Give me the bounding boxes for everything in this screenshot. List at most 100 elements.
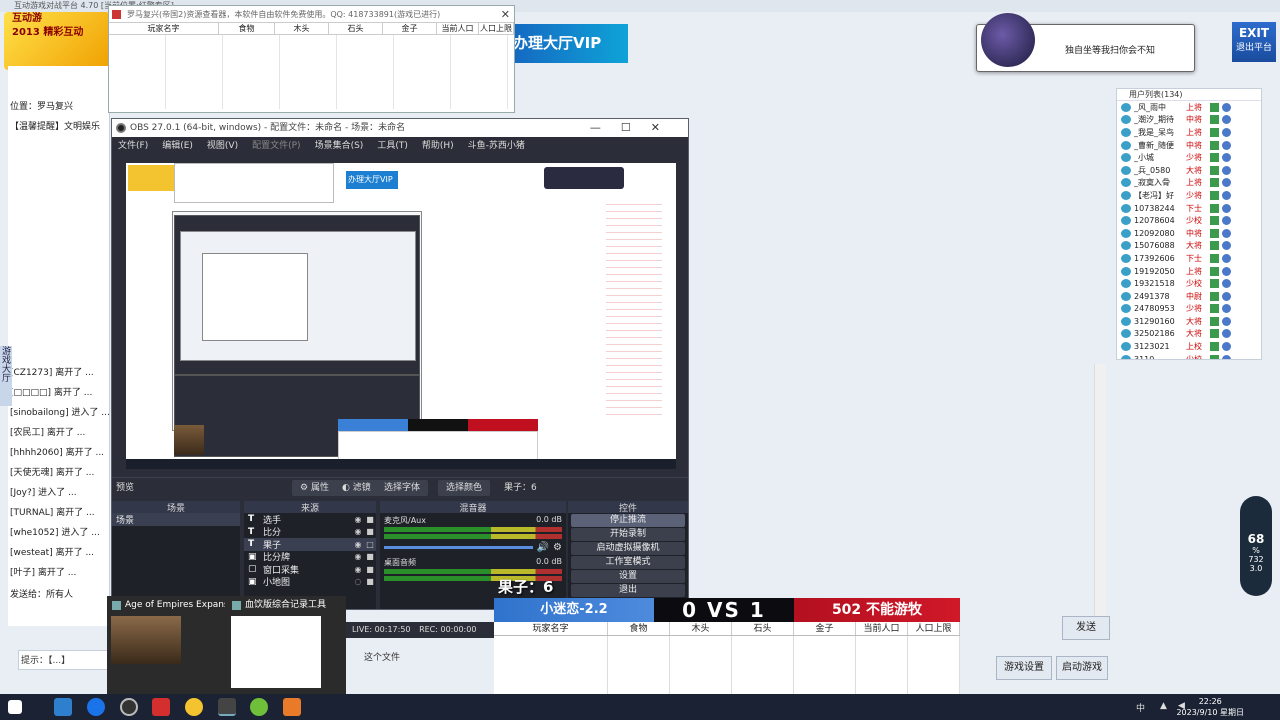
- lobby-logo: 互动游 2013 精彩互动: [4, 12, 110, 70]
- col-header: 人口上限: [479, 23, 514, 35]
- player-row[interactable]: _兵_0580 大将: [1117, 164, 1261, 177]
- filter-icon: ◐: [342, 483, 353, 493]
- text-source-icon: T: [248, 539, 255, 550]
- eye-icon[interactable]: ◌: [352, 577, 364, 586]
- properties-button[interactable]: ⚙ 属性: [292, 480, 337, 496]
- player-row[interactable]: 【老冯】好 少将: [1117, 189, 1261, 202]
- chat-scrollbar[interactable]: [1094, 364, 1106, 620]
- obs-preview-canvas[interactable]: 办理大厅VIP: [126, 163, 676, 469]
- player-row[interactable]: _寂寞入骨 上将: [1117, 177, 1261, 190]
- player-row[interactable]: 24780953 少将: [1117, 303, 1261, 316]
- player-row[interactable]: 2491378 中尉: [1117, 290, 1261, 303]
- gear-icon[interactable]: ⚙: [553, 542, 562, 553]
- scene-item[interactable]: 场景: [112, 513, 240, 526]
- player-row[interactable]: _风_雨中 上将: [1117, 101, 1261, 114]
- player-row[interactable]: 31290160 大将: [1117, 315, 1261, 328]
- player-row[interactable]: _我是_呆鸟 上将: [1117, 126, 1261, 139]
- red-app-icon[interactable]: [152, 698, 170, 716]
- player-row[interactable]: 12092080 中将: [1117, 227, 1261, 240]
- side-tab-lobby[interactable]: 游戏大厅: [0, 346, 12, 406]
- speaker-icon[interactable]: 🔊: [537, 542, 549, 553]
- player-row[interactable]: 12078604 少校: [1117, 214, 1261, 227]
- eye-icon[interactable]: ◉: [352, 515, 364, 524]
- edge-icon[interactable]: [87, 698, 105, 716]
- notification-toast[interactable]: 独自坐等我扫你会不知: [976, 13, 1195, 72]
- taskbar-clock[interactable]: 22:26 2023/9/10 星期日: [1176, 696, 1244, 718]
- player-row[interactable]: 15076088 大将: [1117, 240, 1261, 253]
- exit-obs-button[interactable]: 退出: [571, 584, 685, 597]
- status-icon: [1210, 354, 1219, 359]
- menu-profile[interactable]: 配置文件(P): [252, 137, 300, 155]
- menu-scene-collection[interactable]: 场景集合(S): [315, 137, 364, 155]
- player-name: 19192050: [1134, 266, 1175, 276]
- player-row[interactable]: 17392606 下士: [1117, 252, 1261, 265]
- player-row[interactable]: 19321518 少校: [1117, 277, 1261, 290]
- menu-stream-account[interactable]: 斗鱼-苏西小猪: [468, 137, 525, 155]
- ime-indicator[interactable]: 中: [1136, 701, 1145, 714]
- eye-icon[interactable]: ◉: [352, 552, 364, 561]
- start-game-button[interactable]: 启动游戏: [1056, 656, 1108, 680]
- windows-start-icon[interactable]: [8, 700, 22, 714]
- window-controls[interactable]: —☐✕: [590, 119, 680, 137]
- lock-icon[interactable]: ■: [364, 515, 376, 524]
- send-button[interactable]: 发送: [1062, 616, 1110, 640]
- eye-icon[interactable]: ◉: [352, 540, 364, 549]
- menu-tools[interactable]: 工具(T): [377, 137, 408, 155]
- obs-icon[interactable]: [120, 698, 138, 716]
- start-recording-button[interactable]: 开始录制: [571, 528, 685, 541]
- resource-table-body: [109, 35, 514, 109]
- send-to-select[interactable]: 所有人: [46, 590, 73, 600]
- lock-icon[interactable]: ■: [364, 565, 376, 574]
- source-row[interactable]: ▢ 窗口采集 ◉ ■: [244, 563, 376, 576]
- game-settings-button[interactable]: 游戏设置: [996, 656, 1052, 680]
- close-icon[interactable]: ✕: [501, 6, 510, 23]
- network-icon[interactable]: ▲: [1160, 701, 1167, 711]
- lock-icon[interactable]: ■: [364, 552, 376, 561]
- calculator-icon[interactable]: [54, 698, 72, 716]
- menu-view[interactable]: 视图(V): [207, 137, 238, 155]
- green-app-icon[interactable]: [250, 698, 268, 716]
- menu-file[interactable]: 文件(F): [118, 137, 148, 155]
- stop-streaming-button[interactable]: 停止推流: [571, 514, 685, 527]
- player-avatar-icon: [1121, 102, 1131, 112]
- exit-button[interactable]: EXIT 退出平台: [1232, 22, 1276, 62]
- orange-app-icon[interactable]: [283, 698, 301, 716]
- source-row[interactable]: ▣ 比分牌 ◉ ■: [244, 551, 376, 564]
- volume-slider[interactable]: [384, 546, 533, 549]
- player-list[interactable]: 用户列表(134) _风_雨中 上将 _潮汐_期待 中将 _我是_呆鸟 上将 _曹新_随便中…: [1116, 88, 1262, 360]
- source-row[interactable]: ▣ 小地图 ◌ ■: [244, 576, 376, 589]
- player-row[interactable]: 10738244 下士: [1117, 202, 1261, 215]
- player-rank: 少校: [1186, 279, 1202, 289]
- lock-icon[interactable]: □: [364, 540, 376, 549]
- source-row[interactable]: T 选手 ◉ ■: [244, 513, 376, 526]
- status-icon: [1210, 115, 1219, 125]
- settings-button[interactable]: 设置: [571, 570, 685, 583]
- obs-active-icon[interactable]: [218, 698, 236, 716]
- player-row[interactable]: 3123021 上校: [1117, 340, 1261, 353]
- virtual-camera-button[interactable]: 启动虚拟摄像机: [571, 542, 685, 555]
- filters-button[interactable]: ◐ 滤镜: [334, 480, 379, 496]
- menu-help[interactable]: 帮助(H): [422, 137, 454, 155]
- source-row-selected[interactable]: T 果子 ◉ □: [244, 538, 376, 551]
- source-row[interactable]: T 比分 ◉ ■: [244, 526, 376, 539]
- player-row[interactable]: 3110 少校: [1117, 353, 1261, 359]
- studio-mode-button[interactable]: 工作室模式: [571, 556, 685, 569]
- lock-icon[interactable]: ■: [364, 527, 376, 536]
- player-row[interactable]: _小城 少将: [1117, 151, 1261, 164]
- player-row[interactable]: 32502186 大将: [1117, 328, 1261, 341]
- player-rank: 少将: [1186, 153, 1202, 163]
- select-color-button[interactable]: 选择颜色: [438, 480, 491, 496]
- chrome-icon[interactable]: [185, 698, 203, 716]
- eye-icon[interactable]: ◉: [352, 527, 364, 536]
- eye-icon[interactable]: ◉: [352, 565, 364, 574]
- select-font-button[interactable]: 选择字体: [376, 480, 429, 496]
- menu-edit[interactable]: 编辑(E): [162, 137, 193, 155]
- thumbnail-record-tool[interactable]: 血饮版综合记录工具: [227, 596, 345, 694]
- vip-banner[interactable]: 办理大厅VIP: [505, 24, 628, 63]
- lock-icon[interactable]: ■: [364, 577, 376, 586]
- player-row[interactable]: 19192050 上将: [1117, 265, 1261, 278]
- player-row[interactable]: _潮汐_期待 中将: [1117, 114, 1261, 127]
- player-name: 15076088: [1134, 241, 1175, 251]
- thumbnail-aoe[interactable]: Age of Empires Expansion: [107, 596, 225, 694]
- player-row[interactable]: _曹新_随便 中将: [1117, 139, 1261, 152]
